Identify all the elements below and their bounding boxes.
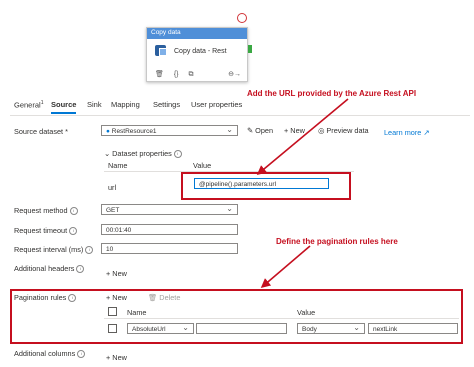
pagination-arrow <box>260 245 311 289</box>
url-arrow <box>256 98 349 176</box>
annotation-arrows <box>256 98 349 289</box>
